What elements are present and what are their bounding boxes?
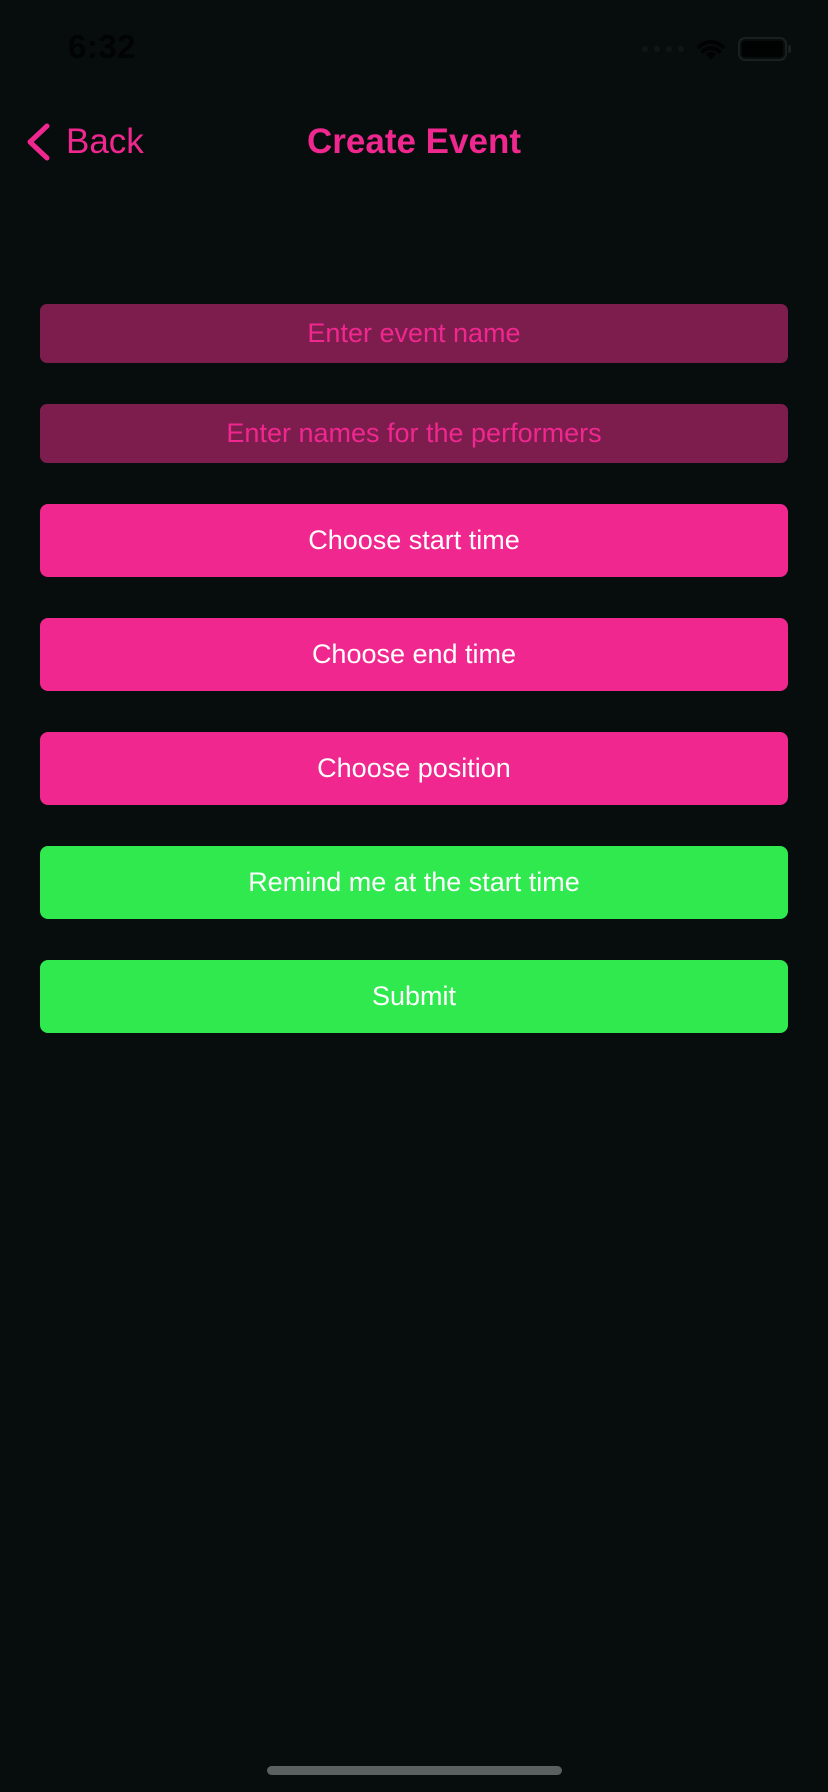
- back-button[interactable]: Back: [22, 118, 144, 166]
- battery-icon: [738, 37, 791, 61]
- choose-position-button[interactable]: Choose position: [40, 732, 788, 805]
- home-indicator[interactable]: [267, 1766, 562, 1775]
- create-event-form: Choose start time Choose end time Choose…: [40, 304, 788, 1033]
- chevron-left-icon: [27, 123, 50, 161]
- choose-end-time-button[interactable]: Choose end time: [40, 618, 788, 691]
- submit-button[interactable]: Submit: [40, 960, 788, 1033]
- performers-input[interactable]: [40, 404, 788, 463]
- status-bar: 6:32: [0, 0, 828, 100]
- status-time: 6:32: [68, 28, 137, 65]
- event-name-input[interactable]: [40, 304, 788, 363]
- signal-icon: [642, 46, 684, 52]
- status-icons: [642, 36, 792, 62]
- remind-me-button[interactable]: Remind me at the start time: [40, 846, 788, 919]
- wifi-icon: [697, 40, 725, 60]
- back-label: Back: [66, 122, 144, 161]
- choose-start-time-button[interactable]: Choose start time: [40, 504, 788, 577]
